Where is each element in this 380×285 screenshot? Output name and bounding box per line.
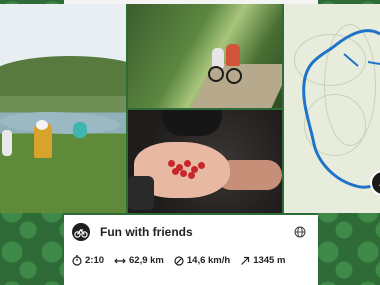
stat-elevation: 1345 m [240, 255, 285, 266]
stat-speed-value: 14,6 km/h [186, 255, 231, 266]
tour-title[interactable]: Fun with friends [100, 225, 193, 239]
stat-speed: 14,6 km/h [174, 255, 230, 266]
stat-duration: 2:10 [72, 255, 104, 266]
photo-mountain-bikers[interactable] [128, 4, 282, 108]
stat-distance: 62,9 km [114, 255, 164, 266]
photo-alpine-meadow[interactable] [0, 4, 126, 213]
stat-distance-value: 62,9 km [129, 255, 164, 266]
stat-duration-value: 2:10 [85, 255, 105, 266]
distance-icon [114, 258, 126, 263]
route-map[interactable]: A [284, 4, 380, 213]
elevation-icon [241, 256, 250, 265]
tour-stats: 2:10 62,9 km 14,6 km/h 1345 m [72, 255, 295, 266]
stopwatch-icon [72, 255, 82, 266]
photo-hands-berries[interactable] [128, 110, 282, 213]
tour-info-card[interactable]: Fun with friends 2:10 62,9 km 14,6 km/h … [64, 215, 318, 285]
bike-sport-icon [72, 223, 90, 241]
globe-icon[interactable] [294, 225, 306, 243]
speed-icon [174, 255, 184, 266]
route-line [302, 29, 380, 189]
stat-elevation-value: 1345 m [253, 255, 286, 266]
